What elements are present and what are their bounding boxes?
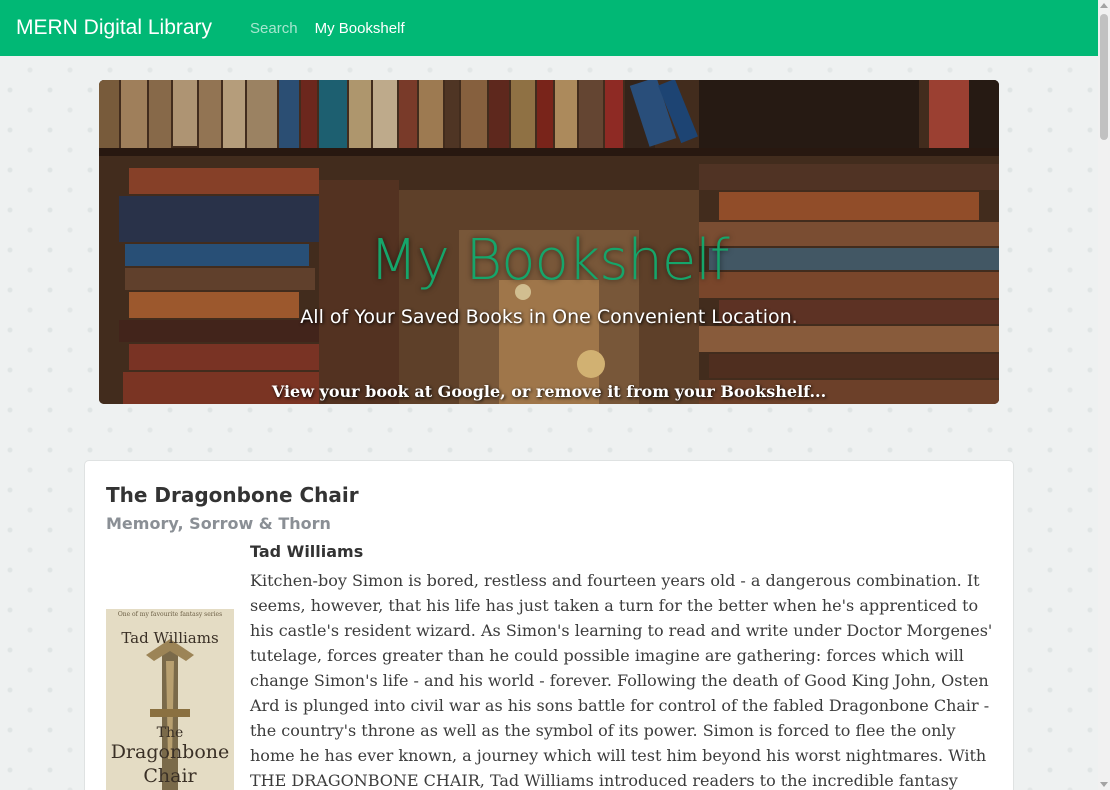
brand-link[interactable]: MERN Digital Library [16,16,212,40]
scroll-down-arrow-icon[interactable] [1100,782,1108,787]
cover-blurb: One of my favourite fantasy series [117,611,223,618]
cover-title-line-3: Chair [143,765,197,787]
book-author: Tad Williams [250,542,364,561]
book-description: Kitchen-boy Simon is bored, restless and… [250,571,993,790]
hero-banner: My Bookshelf All of Your Saved Books in … [99,80,999,404]
page-scrollbar[interactable] [1098,0,1110,790]
cover-title-line-1: The [156,725,184,741]
hero-title: My Bookshelf [369,228,729,293]
scrollbar-thumb[interactable] [1100,14,1108,140]
cover-author: Tad Williams [121,629,219,647]
nav-link-search[interactable]: Search [250,20,298,37]
hero-subtitle: All of Your Saved Books in One Convenien… [300,306,798,328]
book-title: The Dragonbone Chair [106,483,359,507]
nav-link-my-bookshelf[interactable]: My Bookshelf [315,20,405,37]
book-card: The Dragonbone Chair Memory, Sorrow & Th… [84,460,1014,790]
cover-title-line-2: Dragonbone [110,741,230,763]
book-subtitle: Memory, Sorrow & Thorn [106,514,331,533]
navbar: MERN Digital Library Search My Bookshelf [0,0,1098,56]
book-cover-image: One of my favourite fantasy series Tad W… [106,609,234,790]
scroll-up-arrow-icon[interactable] [1100,3,1108,8]
hero-lead-text: View your book at Google, or remove it f… [271,382,827,401]
